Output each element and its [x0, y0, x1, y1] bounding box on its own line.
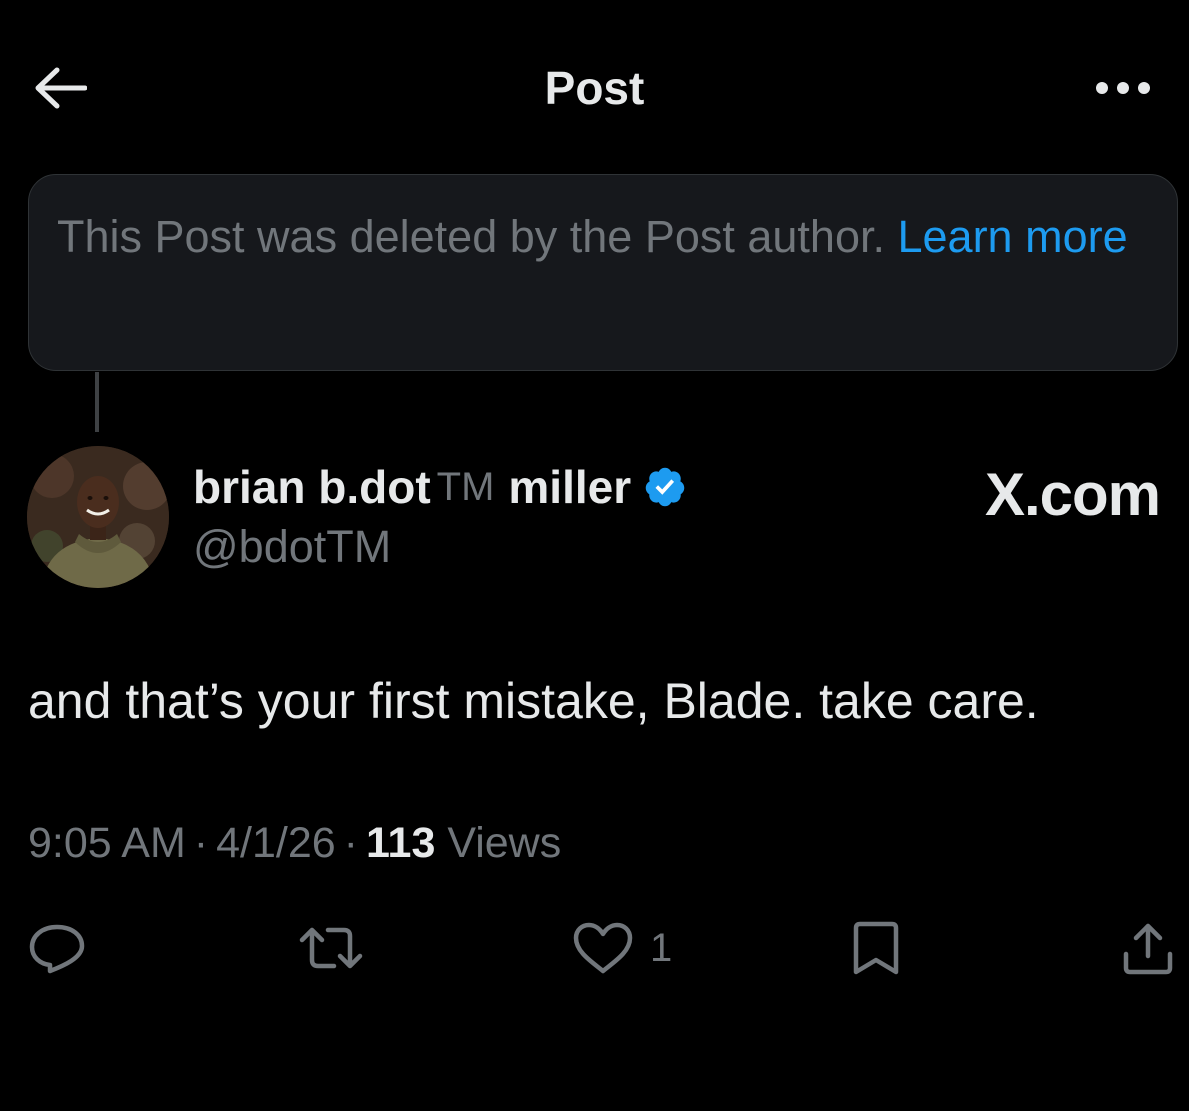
- meta-separator: ·: [193, 819, 209, 867]
- avatar[interactable]: [27, 446, 169, 588]
- reply-icon: [29, 924, 85, 974]
- views-label: Views: [447, 819, 562, 867]
- page-title: Post: [544, 62, 645, 114]
- deleted-post-notice: This Post was deleted by the Post author…: [28, 174, 1178, 371]
- like-button[interactable]: 1: [572, 918, 672, 978]
- bookmark-button[interactable]: [850, 918, 902, 978]
- meta-separator: ·: [343, 819, 358, 867]
- avatar-image: [27, 446, 169, 588]
- more-horizontal-icon: [1095, 81, 1150, 94]
- thread-connector-line: [95, 372, 99, 432]
- repost-icon: [299, 927, 363, 969]
- author-name-tm: TM: [436, 465, 495, 509]
- verified-badge-icon: [645, 467, 685, 507]
- post-time[interactable]: 9:05 AM: [28, 819, 186, 867]
- repost-button[interactable]: [298, 918, 364, 978]
- more-options-button[interactable]: [1085, 65, 1160, 110]
- share-button[interactable]: [1120, 918, 1176, 978]
- views-count: 113: [365, 819, 436, 867]
- deleted-notice-text: This Post was deleted by the Post author…: [57, 211, 898, 262]
- top-bar: Post: [0, 0, 1189, 175]
- author-name-first: brian b.dot: [193, 461, 431, 513]
- author-handle[interactable]: @bdotTM: [193, 518, 391, 576]
- post-text: and that’s your first mistake, Blade. ta…: [28, 673, 1039, 729]
- learn-more-link[interactable]: Learn more: [897, 211, 1127, 262]
- post-meta: 9:05 AM · 4/1/26 · 113 Views: [28, 814, 561, 872]
- author-display-name[interactable]: brian b.dot TM miller: [193, 458, 687, 516]
- heart-icon: [573, 922, 633, 974]
- bookmark-icon: [853, 921, 899, 975]
- author-name-last: miller: [508, 461, 632, 513]
- like-count: 1: [650, 925, 673, 970]
- post-date[interactable]: 4/1/26: [216, 819, 336, 867]
- x-watermark: X.com: [984, 461, 1161, 528]
- share-icon: [1123, 923, 1173, 975]
- reply-button[interactable]: [28, 918, 86, 978]
